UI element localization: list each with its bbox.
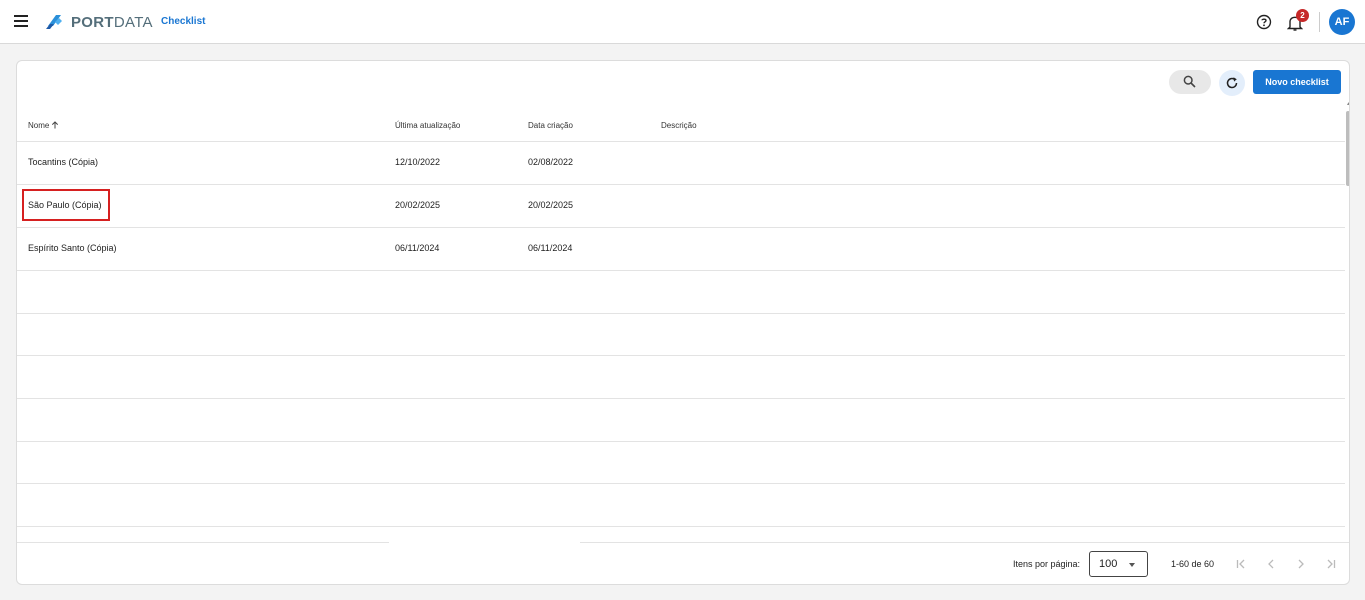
chevron-left-icon [1268, 559, 1274, 569]
dropdown-caret-icon [1129, 563, 1135, 567]
search-button[interactable] [1169, 70, 1211, 94]
portdata-logo[interactable]: PORTDATA [44, 12, 153, 32]
column-header-nome-label: Nome [28, 121, 50, 130]
app-title[interactable]: Checklist [161, 16, 205, 27]
refresh-button[interactable] [1219, 70, 1245, 96]
search-icon [1183, 75, 1196, 88]
cell-nome: Tocantins (Cópia) [28, 157, 99, 167]
column-header-data-criacao[interactable]: Data criação [528, 121, 573, 130]
column-header-nome[interactable]: Nome [28, 121, 59, 130]
footer-gap [389, 542, 580, 544]
last-page-icon [1327, 559, 1336, 569]
empty-row [17, 484, 1345, 527]
pagination-range: 1-60 de 60 [1171, 559, 1215, 569]
table-row[interactable]: São Paulo (Cópia) 20/02/2025 20/02/2025 [17, 185, 1345, 228]
user-avatar[interactable]: AF [1329, 9, 1355, 35]
header-divider [1319, 12, 1320, 32]
table-row[interactable]: Espírito Santo (Cópia) 06/11/2024 06/11/… [17, 228, 1345, 271]
table-header: Nome Última atualização Data criação Des… [17, 113, 1345, 142]
items-per-page-label: Itens por página: [1013, 559, 1081, 569]
items-per-page-value: 100 [1099, 558, 1118, 570]
empty-row [17, 271, 1345, 314]
help-icon[interactable] [1256, 14, 1272, 30]
items-per-page-select[interactable]: 100 [1089, 551, 1148, 577]
notification-badge: 2 [1296, 9, 1309, 22]
first-page-button[interactable] [1234, 557, 1248, 571]
brand-light: DATA [113, 13, 153, 31]
scroll-up-arrow-icon[interactable]: ▲ [1346, 101, 1349, 107]
cell-nome: São Paulo (Cópia) [28, 200, 102, 210]
table-row[interactable]: Tocantins (Cópia) 12/10/2022 02/08/2022 [17, 142, 1345, 185]
hamburger-menu-icon[interactable] [14, 15, 28, 27]
scroll-thumb[interactable] [1346, 111, 1349, 186]
vertical-scrollbar[interactable]: ▲ [1345, 101, 1349, 546]
cell-data-criacao: 06/11/2024 [528, 243, 573, 253]
first-page-icon [1236, 559, 1245, 569]
cell-data-criacao: 20/02/2025 [528, 200, 574, 210]
new-checklist-button[interactable]: Novo checklist [1253, 70, 1341, 94]
chevron-right-icon [1298, 559, 1304, 569]
brand-name: PORTDATA [71, 14, 153, 31]
cell-ultima-atualizacao: 20/02/2025 [395, 200, 441, 210]
empty-row [17, 313, 1345, 356]
notifications-button[interactable]: 2 [1287, 9, 1309, 32]
cell-ultima-atualizacao: 12/10/2022 [395, 157, 441, 167]
column-header-ultima-atualizacao[interactable]: Última atualização [395, 121, 460, 130]
previous-page-button[interactable] [1264, 557, 1278, 571]
refresh-icon [1226, 77, 1238, 89]
portdata-logo-icon [46, 15, 62, 29]
pagination-footer: Itens por página: 100 1-60 de 60 [17, 542, 1349, 584]
empty-row [17, 356, 1345, 399]
sort-ascending-icon [52, 121, 59, 129]
cell-nome: Espírito Santo (Cópia) [28, 243, 117, 253]
last-page-button[interactable] [1324, 557, 1338, 571]
cell-ultima-atualizacao: 06/11/2024 [395, 243, 440, 253]
checklist-card: Novo checklist Nome Última atualização D… [16, 60, 1350, 585]
empty-row [17, 399, 1345, 442]
next-page-button[interactable] [1294, 557, 1308, 571]
cell-data-criacao: 02/08/2022 [528, 157, 574, 167]
top-bar: PORTDATA Checklist 2 AF [0, 0, 1365, 44]
empty-row [17, 441, 1345, 484]
brand-bold: PORT [71, 13, 114, 31]
column-header-descricao[interactable]: Descrição [661, 121, 697, 130]
